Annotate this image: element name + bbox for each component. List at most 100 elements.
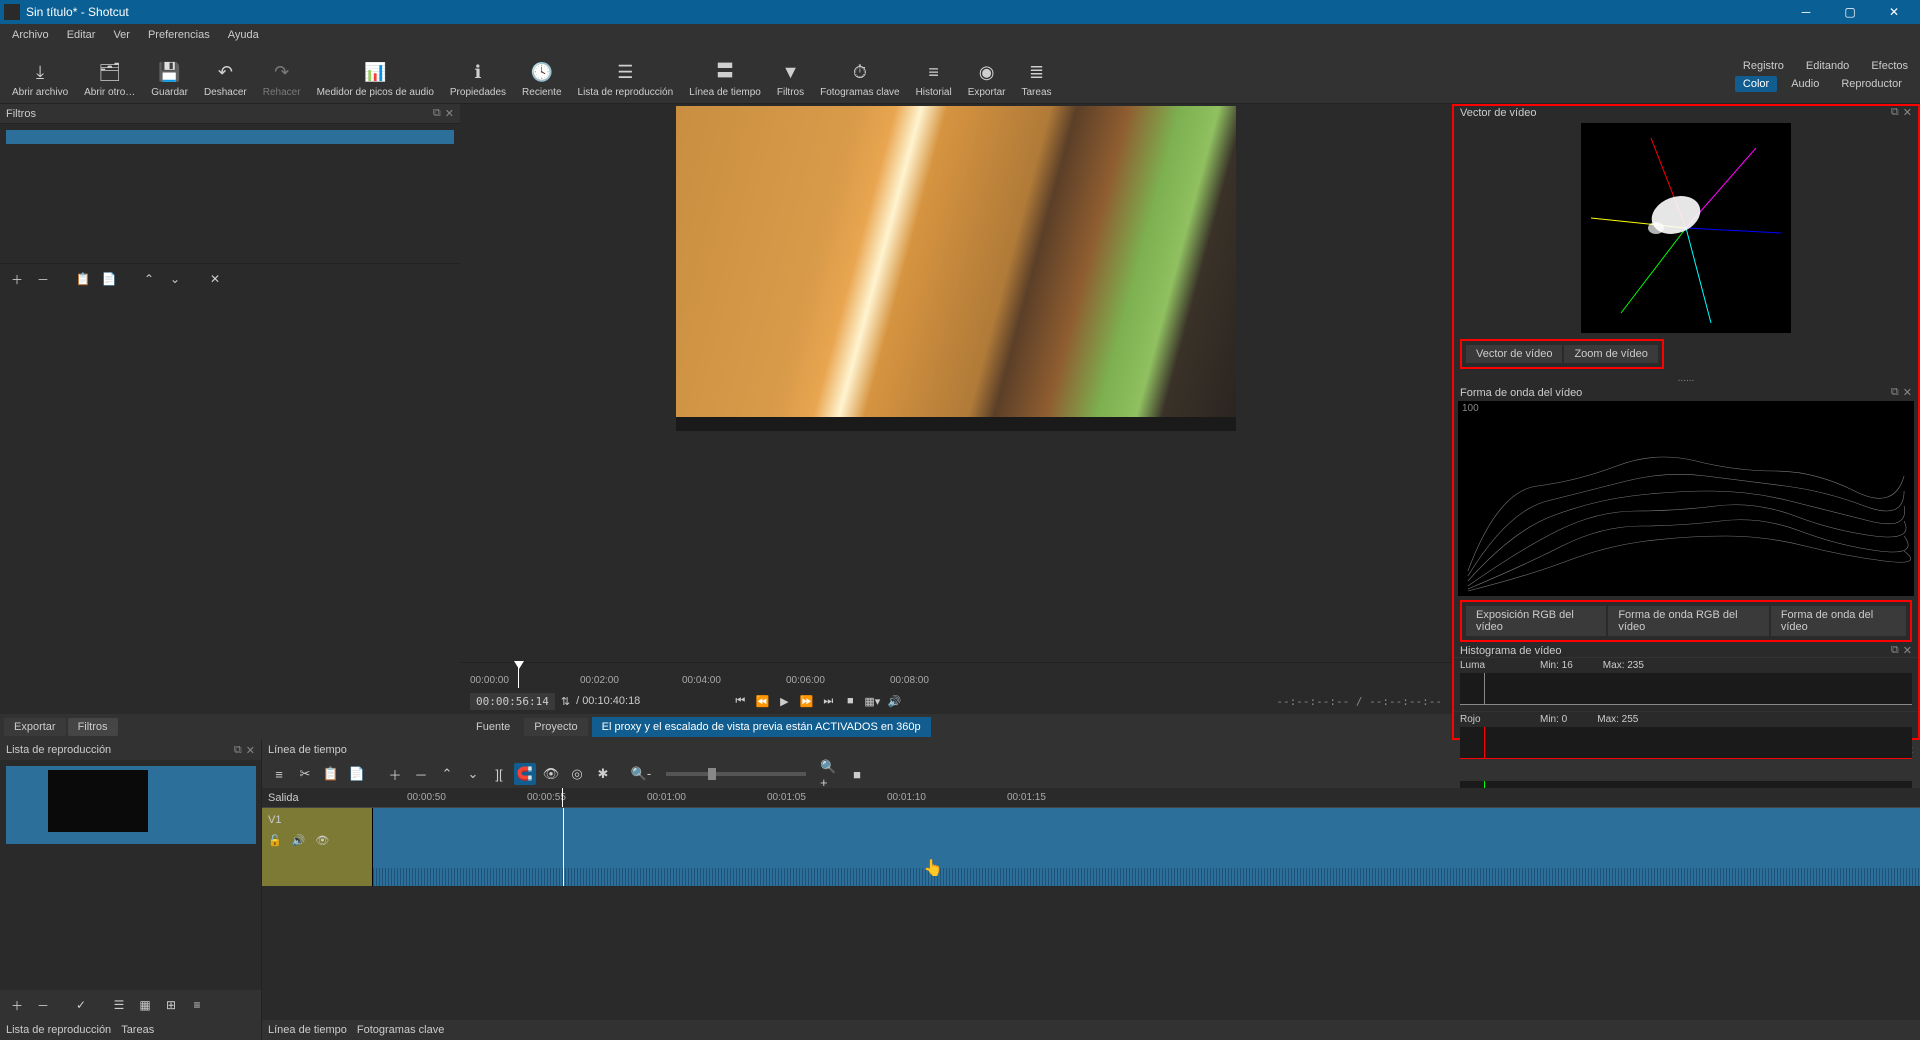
preview-ruler[interactable]: 00:00:00 00:02:00 00:04:00 00:06:00 00:0… xyxy=(460,662,1452,688)
save-button[interactable]: 💾Guardar xyxy=(143,48,196,102)
playlist-view-tiles-button[interactable]: ⊞ xyxy=(160,994,182,1016)
export-button[interactable]: ◉Exportar xyxy=(960,48,1014,102)
tab-color[interactable]: Color xyxy=(1735,76,1777,92)
tl-menu-button[interactable]: ≡ xyxy=(268,763,290,785)
maximize-button[interactable]: ▢ xyxy=(1828,0,1872,24)
tab-rgb-exposure[interactable]: Exposición RGB del vídeo xyxy=(1466,606,1606,636)
rewind-button[interactable]: ⏪ xyxy=(754,693,770,709)
grid-button[interactable]: ▦▾ xyxy=(864,693,880,709)
audio-meter-button[interactable]: 📊Medidor de picos de audio xyxy=(309,48,442,102)
track-mute-icon[interactable]: 🔊 xyxy=(292,834,306,847)
menu-archivo[interactable]: Archivo xyxy=(4,27,57,43)
subtab-tasks[interactable]: Tareas xyxy=(121,1024,154,1036)
tab-vector-video[interactable]: Vector de vídeo xyxy=(1466,345,1562,363)
minimize-button[interactable]: ─ xyxy=(1784,0,1828,24)
playlist-view-grid-button[interactable]: ▦ xyxy=(134,994,156,1016)
undock-icon[interactable]: ⧉ xyxy=(1891,644,1899,657)
volume-button[interactable]: 🔊 xyxy=(886,693,902,709)
skip-start-button[interactable]: ⏮ xyxy=(732,693,748,709)
menu-preferencias[interactable]: Preferencias xyxy=(140,27,218,43)
skip-end-button[interactable]: ⏭ xyxy=(820,693,836,709)
paste-filter-button[interactable]: 📄 xyxy=(98,268,120,290)
playlist-item[interactable]: P xyxy=(6,766,256,844)
playlist-add-button[interactable]: ＋ xyxy=(6,994,28,1016)
close-panel-icon[interactable]: ✕ xyxy=(445,107,454,120)
undo-button[interactable]: ↶Deshacer xyxy=(196,48,255,102)
tab-rgb-waveform[interactable]: Forma de onda RGB del vídeo xyxy=(1608,606,1769,636)
undock-icon[interactable]: ⧉ xyxy=(433,107,441,120)
playlist-check-button[interactable]: ✓ xyxy=(70,994,92,1016)
tab-efectos[interactable]: Efectos xyxy=(1863,58,1916,74)
tab-registro[interactable]: Registro xyxy=(1735,58,1792,74)
track-clip[interactable]: 👆 xyxy=(372,808,1920,886)
tab-fuente[interactable]: Fuente xyxy=(466,718,520,736)
tab-exportar[interactable]: Exportar xyxy=(4,718,66,736)
tl-cut-button[interactable]: ✂ xyxy=(294,763,316,785)
tl-overwrite-button[interactable]: ⌄ xyxy=(462,763,484,785)
menu-ver[interactable]: Ver xyxy=(105,27,138,43)
clear-filter-button[interactable]: ✕ xyxy=(204,268,226,290)
tl-ripple-button[interactable]: ◎ xyxy=(566,763,588,785)
track-lock-icon[interactable]: 🔓 xyxy=(268,834,282,847)
subtab-playlist[interactable]: Lista de reproducción xyxy=(6,1024,111,1036)
tab-editando[interactable]: Editando xyxy=(1798,58,1857,74)
filter-clip-preview[interactable] xyxy=(6,130,454,144)
playlist-view-details-button[interactable]: ≡ xyxy=(186,994,208,1016)
properties-button[interactable]: ℹPropiedades xyxy=(442,48,514,102)
forward-button[interactable]: ⏩ xyxy=(798,693,814,709)
tl-ripple-all-button[interactable]: ✱ xyxy=(592,763,614,785)
playlist-button[interactable]: ☰Lista de reproducción xyxy=(570,48,682,102)
tasks-button[interactable]: ≣Tareas xyxy=(1014,48,1060,102)
timeline-button[interactable]: 〓Línea de tiempo xyxy=(681,48,769,102)
menu-editar[interactable]: Editar xyxy=(59,27,104,43)
tab-audio[interactable]: Audio xyxy=(1783,76,1827,92)
timeline-ruler[interactable]: Salida 00:00:50 00:00:55 00:01:00 00:01:… xyxy=(262,788,1920,808)
close-panel-icon[interactable]: ✕ xyxy=(1903,644,1912,657)
timeline-playhead[interactable] xyxy=(562,788,563,807)
add-filter-button[interactable]: ＋ xyxy=(6,268,28,290)
tl-lift-button[interactable]: ⌃ xyxy=(436,763,458,785)
move-up-button[interactable]: ⌃ xyxy=(138,268,160,290)
open-other-button[interactable]: 🗂Abrir otro… xyxy=(76,48,143,102)
playlist-remove-button[interactable]: － xyxy=(32,994,54,1016)
menu-ayuda[interactable]: Ayuda xyxy=(220,27,267,43)
subtab-keyframes[interactable]: Fotogramas clave xyxy=(357,1024,444,1036)
tab-zoom-video[interactable]: Zoom de vídeo xyxy=(1564,345,1657,363)
keyframes-button[interactable]: ⏱Fotogramas clave xyxy=(812,48,907,102)
stop-button[interactable]: ■ xyxy=(842,693,858,709)
copy-filter-button[interactable]: 📋 xyxy=(72,268,94,290)
tl-split-button[interactable]: ][ xyxy=(488,763,510,785)
open-file-button[interactable]: ⤓Abrir archivo xyxy=(4,48,76,102)
video-preview[interactable] xyxy=(676,106,1236,431)
tl-zoomin-button[interactable]: 🔍+ xyxy=(820,763,842,785)
close-panel-icon[interactable]: ✕ xyxy=(1903,386,1912,399)
recent-button[interactable]: 🕓Reciente xyxy=(514,48,569,102)
history-button[interactable]: ≡Historial xyxy=(908,48,960,102)
tab-proyecto[interactable]: Proyecto xyxy=(524,718,587,736)
subtab-timeline[interactable]: Línea de tiempo xyxy=(268,1024,347,1036)
tl-scrub-button[interactable]: 👁 xyxy=(540,763,562,785)
preview-playhead[interactable] xyxy=(518,663,519,688)
tl-paste-button[interactable]: 📄 xyxy=(346,763,368,785)
tl-snap-button[interactable]: 🧲 xyxy=(514,763,536,785)
remove-filter-button[interactable]: － xyxy=(32,268,54,290)
tab-filtros[interactable]: Filtros xyxy=(68,718,118,736)
tl-zoomout-button[interactable]: 🔍- xyxy=(630,763,652,785)
tl-copy-button[interactable]: 📋 xyxy=(320,763,342,785)
close-button[interactable]: ✕ xyxy=(1872,0,1916,24)
undock-icon[interactable]: ⧉ xyxy=(1891,106,1899,119)
close-panel-icon[interactable]: ✕ xyxy=(246,744,255,757)
tab-video-waveform[interactable]: Forma de onda del vídeo xyxy=(1771,606,1906,636)
playlist-view-list-button[interactable]: ☰ xyxy=(108,994,130,1016)
track-hide-icon[interactable]: 👁 xyxy=(315,834,329,847)
tl-remove-button[interactable]: － xyxy=(410,763,432,785)
close-panel-icon[interactable]: ✕ xyxy=(1903,106,1912,119)
filters-button[interactable]: ▼Filtros xyxy=(769,48,812,102)
timecode-stepper-icon[interactable]: ⇅ xyxy=(561,695,570,708)
move-down-button[interactable]: ⌄ xyxy=(164,268,186,290)
resize-dots[interactable]: ...... xyxy=(1454,371,1918,386)
tl-zoomfit-button[interactable]: ■ xyxy=(846,763,868,785)
undock-icon[interactable]: ⧉ xyxy=(1891,386,1899,399)
play-button[interactable]: ▶ xyxy=(776,693,792,709)
tl-append-button[interactable]: ＋ xyxy=(384,763,406,785)
